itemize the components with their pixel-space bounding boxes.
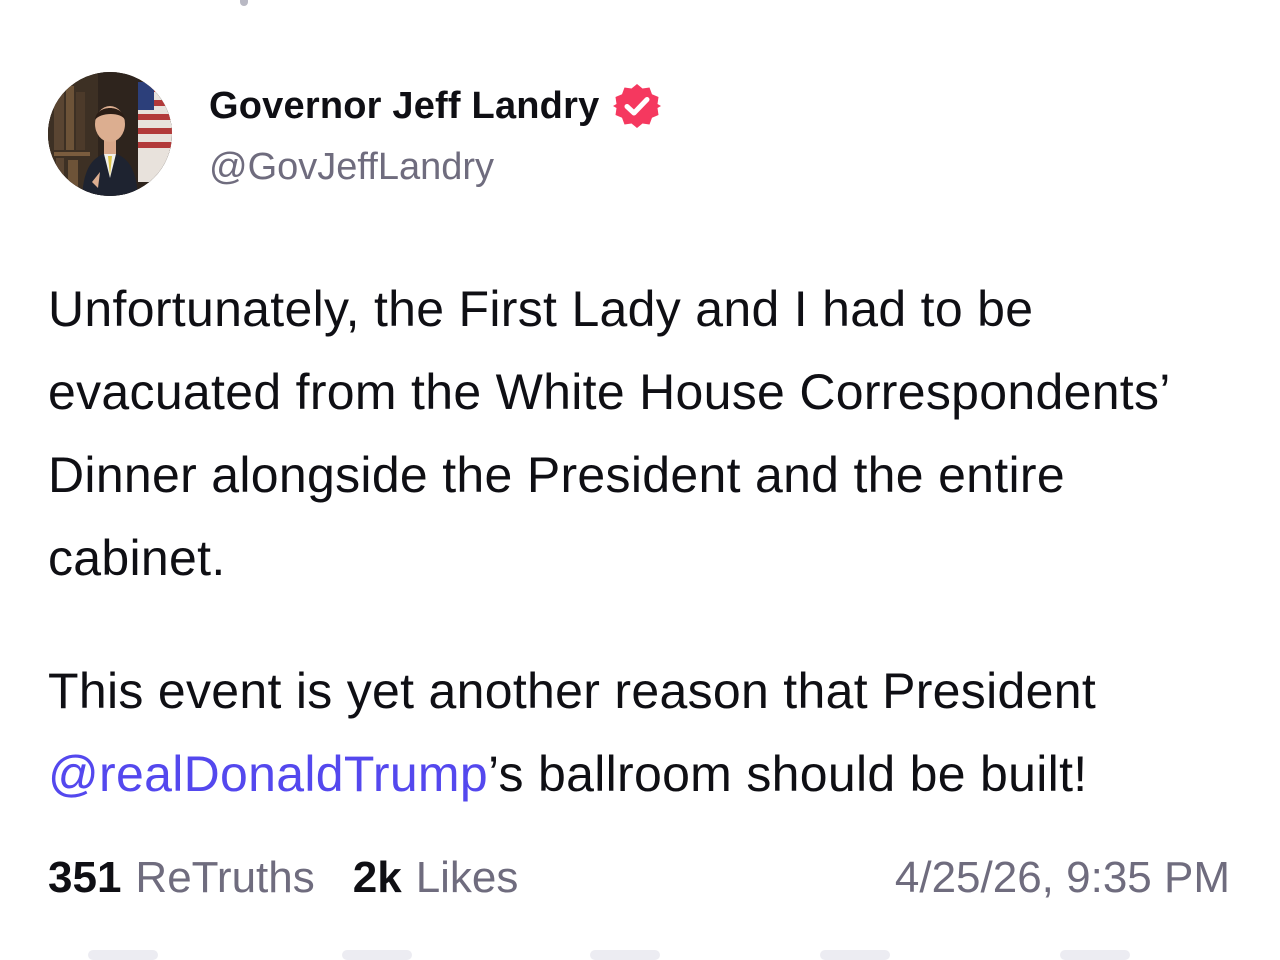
post-stats: 351 ReTruths 2k Likes 4/25/26, 9:35 PM <box>48 850 1230 906</box>
avatar-photo <box>48 72 172 196</box>
post-paragraph-1: Unfortunately, the First Lady and I had … <box>48 281 1169 586</box>
retruths-count: 351 <box>48 853 122 902</box>
author-handle[interactable]: @GovJeffLandry <box>209 146 494 189</box>
verified-badge-icon <box>613 84 662 128</box>
action-bar-fragment <box>820 950 890 960</box>
paragraph-2-suffix: ’s ballroom should be built! <box>487 746 1088 802</box>
author-display-name[interactable]: Governor Jeff Landry <box>209 85 599 128</box>
post-timestamp: 4/25/26, 9:35 PM <box>894 853 1230 902</box>
previous-post-fragment <box>240 0 248 6</box>
action-bar-fragment <box>1060 950 1130 960</box>
action-bar-fragment <box>342 950 412 960</box>
action-bar-fragment <box>88 950 158 960</box>
author-avatar[interactable] <box>48 72 172 196</box>
post-body: Unfortunately, the First Lady and I had … <box>48 268 1248 816</box>
likes-label: Likes <box>415 853 519 902</box>
likes-stat[interactable]: 2k Likes <box>353 853 519 903</box>
retruths-stat[interactable]: 351 ReTruths <box>48 853 315 903</box>
mention-link[interactable]: @realDonaldTrump <box>48 746 488 802</box>
retruths-label: ReTruths <box>135 853 315 902</box>
paragraph-2-prefix: This event is yet another reason that Pr… <box>48 663 1097 719</box>
action-bar-fragment <box>590 950 660 960</box>
post-header: Governor Jeff Landry @GovJeffLandry <box>48 72 1228 198</box>
likes-count: 2k <box>352 853 402 902</box>
author-name-row: Governor Jeff Landry <box>209 84 662 128</box>
post-paragraph-2: This event is yet another reason that Pr… <box>48 650 1248 816</box>
